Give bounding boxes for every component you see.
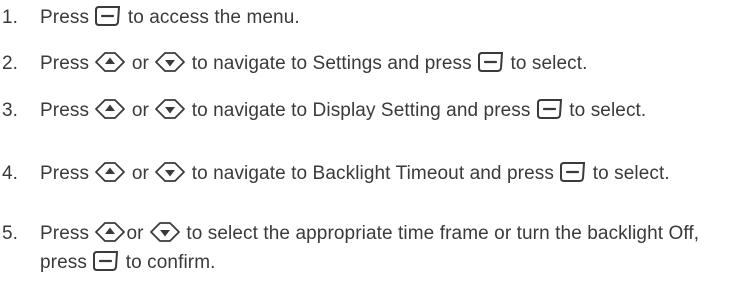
step-2: 2. Press or to navigate to Settings and … — [0, 49, 748, 78]
step-text-fragment: Press — [40, 7, 95, 28]
step-text-fragment: or — [126, 53, 155, 74]
step-text-fragment: to navigate to Display Setting and press — [186, 100, 536, 121]
step-text-fragment: Press — [40, 163, 95, 184]
step-text: Press to access the menu. — [40, 3, 748, 32]
step-text: Press or to navigate to Display Setting … — [40, 96, 748, 125]
nav-up-key-icon — [94, 51, 126, 73]
nav-down-key-icon — [154, 161, 186, 183]
nav-up-key-icon — [94, 98, 126, 120]
step-text-fragment: to select. — [505, 53, 588, 74]
step-3: 3. Press or to navigate to Display Setti… — [0, 96, 748, 125]
step-number: 5. — [2, 223, 19, 244]
step-text: Press or to navigate to Backlight Timeou… — [40, 159, 748, 188]
step-text-fragment: or — [126, 163, 155, 184]
step-number: 3. — [2, 100, 19, 121]
step-text-fragment: or — [126, 223, 149, 244]
step-text-fragment: to navigate to Backlight Timeout and pre… — [186, 163, 560, 184]
menu-key-icon — [477, 51, 505, 73]
menu-key-icon — [559, 161, 587, 183]
step-text-fragment: to select. — [587, 163, 670, 184]
step-number: 4. — [2, 163, 19, 184]
step-text-fragment: or — [126, 100, 155, 121]
menu-key-icon — [92, 250, 120, 272]
step-number: 1. — [2, 7, 19, 28]
nav-up-key-icon — [94, 161, 126, 183]
step-5: 5. Press or to select the appropriate ti… — [0, 219, 748, 277]
step-text-fragment: to access the menu. — [122, 7, 300, 28]
step-text-fragment: Press — [40, 100, 95, 121]
instruction-list: 1. Press to access the menu. 2. Press or… — [0, 0, 756, 283]
nav-down-key-icon — [154, 98, 186, 120]
step-1: 1. Press to access the menu. — [0, 3, 748, 32]
menu-key-icon — [536, 98, 564, 120]
step-text-fragment: to navigate to Settings and press — [186, 53, 478, 74]
step-text-fragment: to confirm. — [120, 252, 216, 273]
step-number: 2. — [2, 53, 19, 74]
nav-up-key-icon — [94, 221, 126, 243]
nav-down-key-icon — [149, 221, 181, 243]
step-text-fragment: to select. — [563, 100, 647, 121]
menu-key-icon — [94, 5, 122, 27]
nav-down-key-icon — [154, 51, 186, 73]
step-text: Press or to select the appropriate time … — [40, 219, 748, 277]
step-4: 4. Press or to navigate to Backlight Tim… — [0, 159, 748, 188]
step-text-fragment: Press — [40, 223, 95, 244]
step-text: Press or to navigate to Settings and pre… — [40, 49, 748, 78]
step-text-fragment: Press — [40, 53, 95, 74]
